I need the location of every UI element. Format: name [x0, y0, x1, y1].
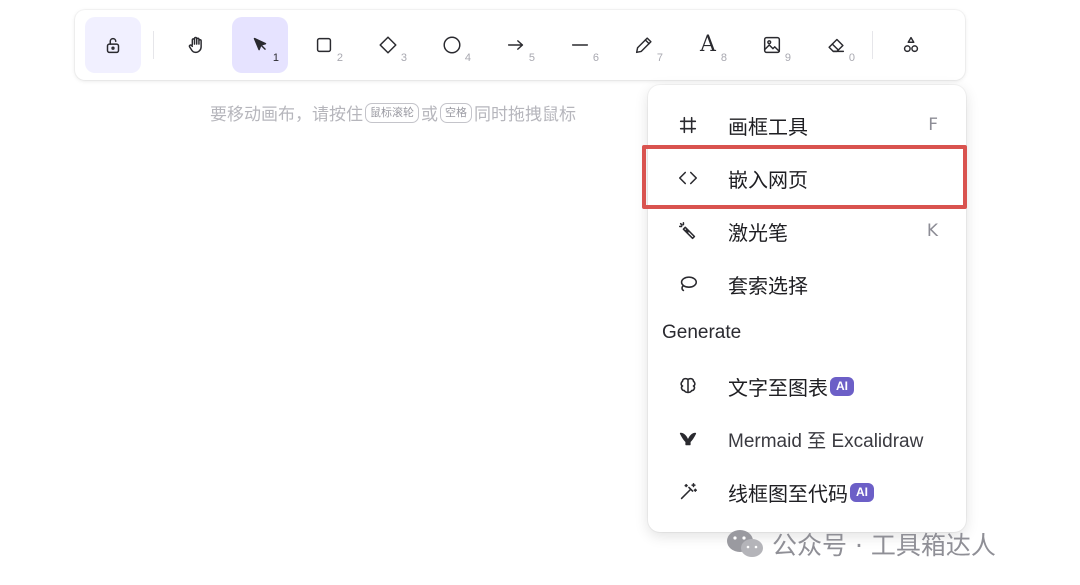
- menu-item-label: Mermaid 至 Excalidraw: [728, 430, 924, 452]
- wechat-icon: [727, 530, 763, 557]
- menu-item-frame-tool[interactable]: 画框工具 F: [662, 103, 952, 147]
- shortcut-number: 6: [592, 52, 599, 64]
- ai-badge: AI: [850, 482, 874, 502]
- arrow-tool-button[interactable]: 5: [488, 17, 544, 73]
- canvas-hint-text: 要移动画布，请按住 鼠标滚轮 或 空格 同时拖拽鼠标: [210, 100, 650, 125]
- menu-item-label: 激光笔: [728, 220, 788, 245]
- toolbar-divider: [872, 31, 873, 59]
- menu-item-label: 画框工具: [728, 114, 808, 139]
- shortcut-number: 0: [848, 52, 855, 64]
- shortcut-number: 8: [720, 52, 727, 64]
- shortcut-number: 3: [400, 52, 407, 64]
- menu-item-shortcut: F: [928, 115, 938, 135]
- shortcut-number: 1: [272, 52, 279, 64]
- lasso-icon: [680, 276, 698, 292]
- square-icon: [316, 37, 332, 53]
- arrow-right-icon: [507, 40, 524, 50]
- image-tool-button[interactable]: 9: [744, 17, 800, 73]
- menu-item-wireframe-to-code[interactable]: 线框图至代码 AI: [662, 470, 952, 514]
- text-icon: A: [700, 32, 716, 57]
- menu-item-lasso-select[interactable]: 套索选择: [662, 262, 952, 306]
- line-tool-button[interactable]: 6: [552, 17, 608, 73]
- laser-pointer-icon: [678, 221, 696, 240]
- circle-icon: [443, 36, 461, 54]
- menu-item-label: 线框图至代码: [728, 481, 848, 506]
- mermaid-icon: [679, 432, 697, 446]
- hand-tool-button[interactable]: [168, 17, 224, 73]
- watermark: 公众号 · 工具箱达人: [724, 526, 996, 562]
- lock-tool-button[interactable]: [85, 17, 141, 73]
- unlock-icon: [106, 37, 120, 54]
- pointer-icon: [253, 37, 267, 51]
- menu-item-label: 套索选择: [728, 273, 808, 298]
- shortcut-number: 4: [464, 52, 471, 64]
- menu-item-text-to-diagram[interactable]: 文字至图表 AI: [662, 364, 952, 408]
- pencil-icon: [635, 37, 652, 54]
- magic-wand-icon: [680, 482, 698, 500]
- menu-item-shortcut: K: [926, 221, 938, 241]
- brain-icon: [680, 377, 696, 394]
- shortcut-number: 2: [336, 52, 343, 64]
- menu-section-title: Generate: [662, 322, 742, 343]
- highlight-box: [642, 145, 967, 209]
- menu-item-mermaid-to-excalidraw[interactable]: Mermaid 至 Excalidraw: [662, 417, 952, 461]
- shapes-icon: [903, 36, 919, 53]
- selection-tool-button[interactable]: 1: [232, 17, 288, 73]
- rectangle-tool-button[interactable]: 2: [296, 17, 352, 73]
- excalidraw-canvas[interactable]: 1 2 3 4 5 6 7 A 8 9 0 要移动画布，请按住 鼠标滚轮 或 空…: [0, 0, 1080, 585]
- keyboard-key: 鼠标滚轮: [365, 102, 419, 123]
- menu-item-label: 文字至图表: [728, 375, 828, 400]
- diamond-icon: [379, 36, 397, 54]
- image-icon: [763, 36, 781, 54]
- shortcut-number: 9: [784, 52, 791, 64]
- shortcut-number: 7: [656, 52, 663, 64]
- shortcut-number: 5: [528, 52, 535, 64]
- watermark-text: 公众号 · 工具箱达人: [772, 531, 996, 560]
- main-toolbar: 1 2 3 4 5 6 7 A 8 9 0: [75, 10, 965, 80]
- hand-icon: [188, 36, 202, 54]
- eraser-icon: [828, 38, 845, 53]
- ai-badge: AI: [830, 376, 854, 396]
- toolbar-divider: [153, 31, 154, 59]
- text-tool-button[interactable]: A 8: [680, 17, 736, 73]
- ellipse-tool-button[interactable]: 4: [424, 17, 480, 73]
- more-tools-button[interactable]: [883, 17, 939, 73]
- frame-icon: [679, 116, 697, 134]
- line-icon: [571, 44, 589, 46]
- draw-tool-button[interactable]: 7: [616, 17, 672, 73]
- keyboard-key: 空格: [440, 102, 472, 123]
- eraser-tool-button[interactable]: 0: [808, 17, 864, 73]
- diamond-tool-button[interactable]: 3: [360, 17, 416, 73]
- menu-item-laser-pointer[interactable]: 激光笔 K: [662, 209, 952, 253]
